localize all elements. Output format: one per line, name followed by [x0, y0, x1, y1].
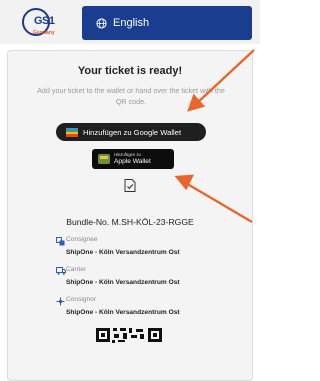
- annotation-arrows: [174, 49, 255, 224]
